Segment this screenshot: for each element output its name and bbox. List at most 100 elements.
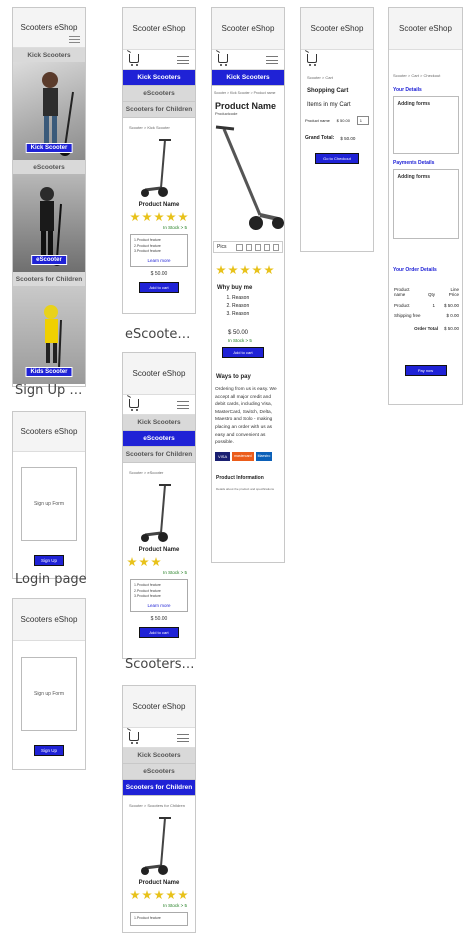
- rating-stars: [123, 890, 195, 900]
- nav-children[interactable]: Scooters for Children: [123, 780, 195, 796]
- why-buy-title: Why buy me: [217, 285, 253, 291]
- add-to-cart-button[interactable]: Add to cart: [139, 627, 179, 638]
- learn-more-link[interactable]: Learn more: [134, 603, 184, 609]
- thumb[interactable]: [272, 243, 279, 251]
- brand-title: Scooter eShop: [132, 24, 186, 33]
- cart-icon[interactable]: [129, 54, 139, 66]
- cart-icon[interactable]: [129, 732, 139, 744]
- kids-scooter-photo[interactable]: Kids Scooter: [13, 286, 85, 384]
- price: $ 50.00: [150, 616, 168, 622]
- product-title: Product Name: [215, 101, 277, 111]
- features-box: 1.Product feature 2.Product feature 3.Pr…: [130, 579, 188, 612]
- thumb[interactable]: [236, 243, 243, 251]
- pay-now-button[interactable]: Pay now: [404, 365, 447, 376]
- product-main-image[interactable]: [212, 119, 284, 235]
- thumb[interactable]: [245, 243, 252, 251]
- star-icon: [166, 890, 176, 900]
- rating-stars: [123, 557, 195, 567]
- kick-scooter-photo[interactable]: Kick Scooter: [13, 62, 85, 160]
- checkout-button[interactable]: Go to Checkout: [315, 153, 359, 164]
- cart-qty-stepper[interactable]: 1: [356, 116, 369, 125]
- star-icon: [166, 212, 176, 222]
- thumb[interactable]: [263, 243, 270, 251]
- order-qty: 1: [432, 303, 435, 308]
- nav-e[interactable]: eScooters: [123, 764, 195, 780]
- cart-header: Scooter eShop: [301, 8, 373, 50]
- reason-item: Reason: [232, 310, 284, 318]
- product-name[interactable]: Product Name: [123, 547, 195, 553]
- order-total-label: Order Total: [414, 326, 438, 331]
- section-e[interactable]: eScooters: [13, 160, 85, 174]
- signup-button[interactable]: Sign Up: [34, 555, 64, 566]
- product-image[interactable]: [139, 136, 179, 200]
- nav-e[interactable]: eScooters: [123, 431, 195, 447]
- your-details-title: Your Details: [393, 87, 422, 93]
- menu-icon[interactable]: [177, 401, 189, 409]
- nav-children[interactable]: Scooters for Children: [123, 447, 195, 463]
- escooter-label[interactable]: eScooter: [31, 255, 67, 265]
- nav-kick[interactable]: Kick Scooters: [123, 748, 195, 764]
- details-form[interactable]: Adding forms: [392, 96, 459, 154]
- ways-to-pay-text: Ordering from us is easy. We accept all …: [215, 387, 277, 446]
- signup-form[interactable]: Sign up Form: [21, 467, 77, 541]
- learn-more-link[interactable]: Learn more: [134, 258, 184, 264]
- nav-children[interactable]: Scooters for Children: [123, 102, 195, 118]
- cart-page-frame: Scooter eShop Scooter > Cart Shopping Ca…: [300, 7, 374, 252]
- section-children[interactable]: Scooters for Children: [13, 272, 85, 286]
- nav-e[interactable]: eScooters: [123, 86, 195, 102]
- cart-title: Shopping Cart: [307, 88, 349, 94]
- caption-escooter: eScooter ...: [125, 327, 195, 342]
- order-total-value: $ 50.00: [443, 326, 459, 331]
- payment-form[interactable]: Adding forms: [392, 169, 459, 239]
- visa-card-icon: VISA: [215, 451, 231, 461]
- icon-bar: [301, 50, 373, 70]
- kids-scooter-label[interactable]: Kids Scooter: [25, 367, 73, 377]
- product-code: Productcode: [215, 111, 238, 116]
- login-form[interactable]: Sign up Form: [21, 657, 77, 731]
- menu-icon[interactable]: [266, 56, 278, 64]
- grand-total-label: Grand Total:: [305, 135, 335, 141]
- icon-bar: [123, 395, 195, 415]
- menu-icon[interactable]: [69, 36, 80, 43]
- kick-scooter-label[interactable]: Kick Scooter: [25, 143, 73, 153]
- star-icon: [130, 890, 140, 900]
- nav-kick[interactable]: Kick Scooters: [123, 70, 195, 86]
- breadcrumb: Scooter > eScooter: [129, 470, 164, 475]
- col-qty: Qty: [427, 292, 435, 297]
- feature-item: 3.Product feature: [134, 594, 161, 598]
- listing-header: Scooter eShop: [123, 686, 195, 728]
- brand-title: Scooter eShop: [132, 702, 186, 711]
- section-kick[interactable]: Kick Scooters: [13, 48, 85, 62]
- add-to-cart-button[interactable]: Add to cart: [139, 282, 179, 293]
- cart-icon[interactable]: [218, 54, 228, 66]
- order-product: Product: [394, 303, 410, 308]
- product-name[interactable]: Product Name: [123, 880, 195, 886]
- col-line-price: Line Price: [448, 287, 459, 297]
- shipping-price: $ 0.00: [446, 313, 459, 318]
- rating-stars: [212, 265, 284, 275]
- menu-icon[interactable]: [177, 56, 189, 64]
- nav-kick[interactable]: Kick Scooters: [123, 415, 195, 431]
- checkout-page-frame: Scooter eShop Scooter > Cart > Checkout …: [388, 7, 463, 405]
- brand-title: Scooter eShop: [310, 24, 364, 33]
- cart-icon[interactable]: [307, 54, 317, 66]
- menu-icon[interactable]: [177, 734, 189, 742]
- nav-kick[interactable]: Kick Scooters: [212, 70, 284, 86]
- product-image[interactable]: [139, 481, 179, 545]
- stock-status: In Stock > 5: [163, 225, 187, 230]
- thumb[interactable]: [254, 243, 261, 251]
- product-image[interactable]: [139, 814, 179, 878]
- cart-icon[interactable]: [129, 399, 139, 411]
- product-name[interactable]: Product Name: [123, 202, 195, 208]
- stock-status: In Stock > 5: [228, 338, 252, 343]
- escooter-photo[interactable]: eScooter: [13, 174, 85, 272]
- cart-product-name[interactable]: Product name: [305, 118, 330, 123]
- add-to-cart-button[interactable]: Add to cart: [222, 347, 264, 358]
- payment-details-title: Payments Details: [393, 160, 435, 166]
- payment-cards: VISA mastercard Maestro: [212, 447, 284, 461]
- login-button[interactable]: Sign Up: [34, 745, 64, 756]
- scooter-icon: [141, 817, 171, 875]
- order-total-row: Order Total $ 50.00: [389, 318, 462, 331]
- shipping-row: Shipping free $ 0.00: [389, 308, 462, 318]
- breadcrumb: Scooter > Scooters for Children: [129, 803, 185, 808]
